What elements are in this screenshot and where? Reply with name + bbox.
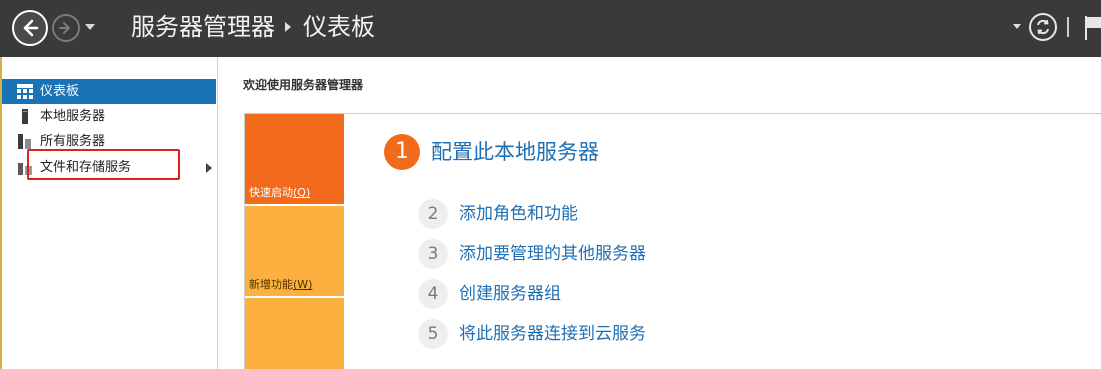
arrow-left-icon <box>23 19 39 37</box>
server-icon <box>22 109 28 124</box>
forward-button[interactable] <box>52 14 80 42</box>
breadcrumb-root[interactable]: 服务器管理器 <box>131 12 275 42</box>
step-link[interactable]: 添加要管理的其他服务器 <box>459 243 646 265</box>
welcome-title: 欢迎使用服务器管理器 <box>243 78 364 92</box>
history-dropdown-icon[interactable] <box>85 24 95 30</box>
arrow-right-icon <box>59 22 70 34</box>
highlight-annotation-box <box>27 149 180 180</box>
step-link[interactable]: 将此服务器连接到云服务 <box>459 323 646 345</box>
step-number-badge: 3 <box>418 239 448 269</box>
breadcrumb-current: 仪表板 <box>303 13 375 41</box>
sidebar-item-dashboard[interactable]: 仪表板 <box>2 79 216 104</box>
title-bar: 服务器管理器 仪表板 <box>0 0 1101 57</box>
tile-label: 新增功能(W) <box>249 278 313 291</box>
chevron-right-icon[interactable] <box>206 163 212 173</box>
refresh-icon <box>1037 19 1049 35</box>
sidebar-item-label: 本地服务器 <box>40 109 106 124</box>
step-link[interactable]: 添加角色和功能 <box>459 203 578 225</box>
dashboard-icon <box>17 84 33 99</box>
tile-learn-more[interactable] <box>245 298 344 369</box>
step-number-badge: 1 <box>384 134 420 170</box>
step-configure-local-server-link[interactable]: 配置此本地服务器 <box>431 138 599 166</box>
tile-label: 快速启动(Q) <box>249 186 311 199</box>
servers-icon <box>18 134 31 149</box>
notifications-flag-icon[interactable] <box>1083 14 1101 40</box>
refresh-button[interactable] <box>1029 13 1057 41</box>
back-button[interactable] <box>12 10 48 46</box>
toolbar-divider <box>1067 17 1069 37</box>
breadcrumb-separator-icon <box>285 22 291 32</box>
tile-quick-start[interactable]: 快速启动(Q) <box>245 114 344 204</box>
step-link[interactable]: 创建服务器组 <box>459 283 561 305</box>
step-number-badge: 2 <box>418 199 448 229</box>
tile-whats-new[interactable]: 新增功能(W) <box>245 206 344 296</box>
step-number-badge: 4 <box>418 279 448 309</box>
step-number-badge: 5 <box>418 319 448 349</box>
welcome-panel <box>244 113 1101 369</box>
sidebar-item-label: 仪表板 <box>40 84 80 99</box>
sidebar-item-local-server[interactable]: 本地服务器 <box>2 104 216 129</box>
refresh-dropdown-icon[interactable] <box>1013 24 1021 29</box>
